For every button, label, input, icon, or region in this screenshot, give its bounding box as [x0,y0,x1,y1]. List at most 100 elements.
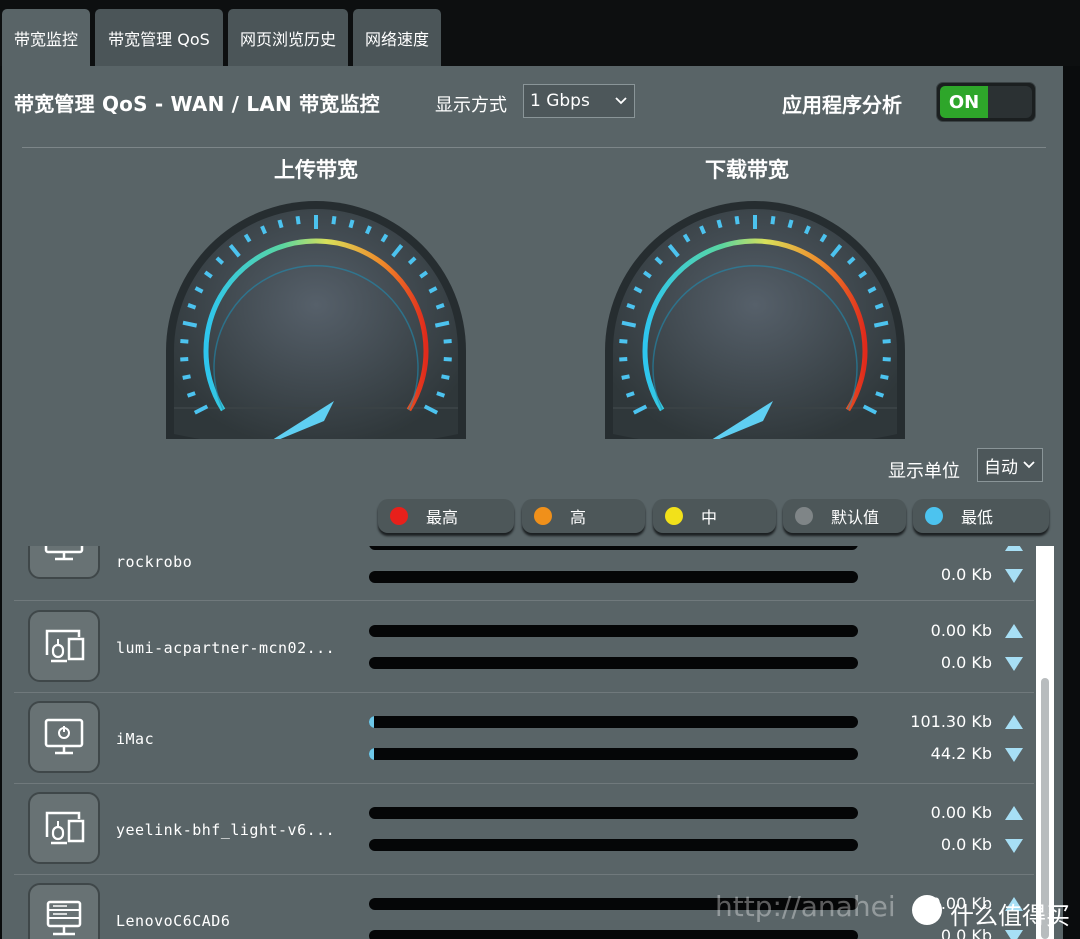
gauge-tick [182,374,191,380]
tab-label: 带宽管理 QoS [108,29,210,49]
legend-label: 高 [570,508,587,527]
divider [22,147,1046,148]
unit-select[interactable]: 自动 [977,448,1043,482]
gauge-tick [182,320,198,328]
legend-label: 默认值 [831,508,880,527]
orange-dot-icon [534,507,552,525]
gauge-tick [348,219,355,229]
legend-lowest[interactable]: 最低 [913,499,1049,533]
main-panel: 带宽管理 QoS - WAN / LAN 带宽监控 显示方式 1 Gbps 应用… [2,66,1063,939]
chevron-down-icon [615,97,627,105]
tab-label: 网页浏览历史 [239,29,336,49]
gauge-tick [770,215,776,225]
gauge-tick [626,303,636,310]
download-rate: 44.2 Kb [930,744,992,763]
upload-gauge-title: 上传带宽 [274,158,358,182]
gauge-tick [187,303,197,310]
toggle-knob [988,86,1032,118]
device-list: rockrobo 0.0 Kb lumi-acpartner-mcn02... … [14,546,1034,939]
gauge-tick [186,391,196,398]
download-rate: 0.0 Kb [940,653,992,672]
gauge-tick [625,391,635,398]
legend-label: 最低 [961,508,994,527]
download-rate: 0.0 Kb [940,565,992,584]
gauge-tick [435,303,445,310]
download-gauge: 0.09 [605,201,905,439]
red-dot-icon [390,507,408,525]
gauge-tick [443,339,452,344]
tab-qos[interactable]: 带宽管理 QoS [95,9,223,66]
legend-high[interactable]: 高 [522,499,645,533]
iot-device-icon [28,610,100,682]
display-mode-label: 显示方式 [435,95,507,116]
gauge-tick [436,391,446,398]
gauge-tick [874,303,884,310]
download-bar-fill [369,748,374,760]
upload-arrow-icon [1005,806,1023,820]
legend-label: 中 [701,508,718,527]
page-title: 带宽管理 QoS - WAN / LAN 带宽监控 [14,92,380,116]
gauge-tick [434,320,450,328]
download-bar [369,571,858,583]
app-analysis-label: 应用程序分析 [782,93,902,117]
download-rate: 0.0 Kb [940,835,992,854]
blue-dot-icon [925,507,943,525]
device-name: iMac [116,730,155,748]
gauge-tick [331,215,337,225]
download-arrow-icon [1005,748,1023,762]
chevron-down-icon [1023,461,1035,469]
upload-arrow-icon [1005,624,1023,638]
legend-highest[interactable]: 最高 [378,499,514,533]
download-arrow-icon [1005,569,1023,583]
list-item[interactable]: yeelink-bhf_light-v6... 0.00 Kb 0.0 Kb [14,783,1034,875]
device-name: lumi-acpartner-mcn02... [116,639,336,657]
legend-medium[interactable]: 中 [653,499,776,533]
list-item[interactable]: lumi-acpartner-mcn02... 0.00 Kb 0.0 Kb [14,601,1034,693]
display-mode-select[interactable]: 1 Gbps [523,84,635,118]
monitor-icon [28,701,100,773]
device-name: LenovoC6CAD6 [116,912,231,930]
gauge-tick [621,374,630,380]
gauge-tick [619,357,628,362]
tab-label: 带宽监控 [13,29,78,49]
server-icon [28,883,100,939]
gauge-tick [880,374,889,380]
tab-web-history[interactable]: 网页浏览历史 [228,9,348,66]
yellow-dot-icon [665,507,683,525]
download-bar [369,748,858,760]
gauge-tick [295,215,301,225]
upload-arrow-icon [1005,546,1023,551]
upload-bar-fill [369,716,374,728]
gauge-tick [882,357,891,362]
list-item[interactable]: rockrobo 0.0 Kb [14,546,1034,601]
device-name: yeelink-bhf_light-v6... [116,821,336,839]
tab-bandwidth-monitor[interactable]: 带宽监控 [2,9,90,66]
iot-device-icon [28,792,100,864]
legend-default[interactable]: 默认值 [783,499,906,533]
upload-bar [369,625,858,637]
legend-label: 最高 [426,508,459,527]
tab-network-speed[interactable]: 网络速度 [353,9,441,66]
watermark-brand: 什么值得买 [950,902,1070,930]
scrollbar[interactable] [1036,546,1054,939]
app-analysis-toggle[interactable]: ON [936,82,1036,122]
display-mode-value: 1 Gbps [530,91,590,111]
gauge-tick [621,320,637,328]
gauge-tick [180,357,189,362]
tab-bar: 带宽监控 带宽管理 QoS 网页浏览历史 网络速度 [0,0,1080,66]
upload-rate: 0.00 Kb [930,803,992,822]
download-arrow-icon [1005,657,1023,671]
gauge-tick [716,219,723,229]
unit-label: 显示单位 [888,461,960,482]
gauge-tick [619,339,628,344]
download-bar [369,839,858,851]
upload-arrow-icon [1005,715,1023,729]
toggle-on-label: ON [940,86,988,118]
download-arrow-icon [1005,839,1023,853]
upload-gauge: 0.13 [166,201,466,439]
list-item[interactable]: iMac 101.30 Kb 44.2 Kb [14,692,1034,784]
download-bar [369,930,858,939]
download-gauge-title: 下载带宽 [705,158,789,182]
gauge-tick [277,219,284,229]
upload-rate: 0.00 Kb [930,621,992,640]
